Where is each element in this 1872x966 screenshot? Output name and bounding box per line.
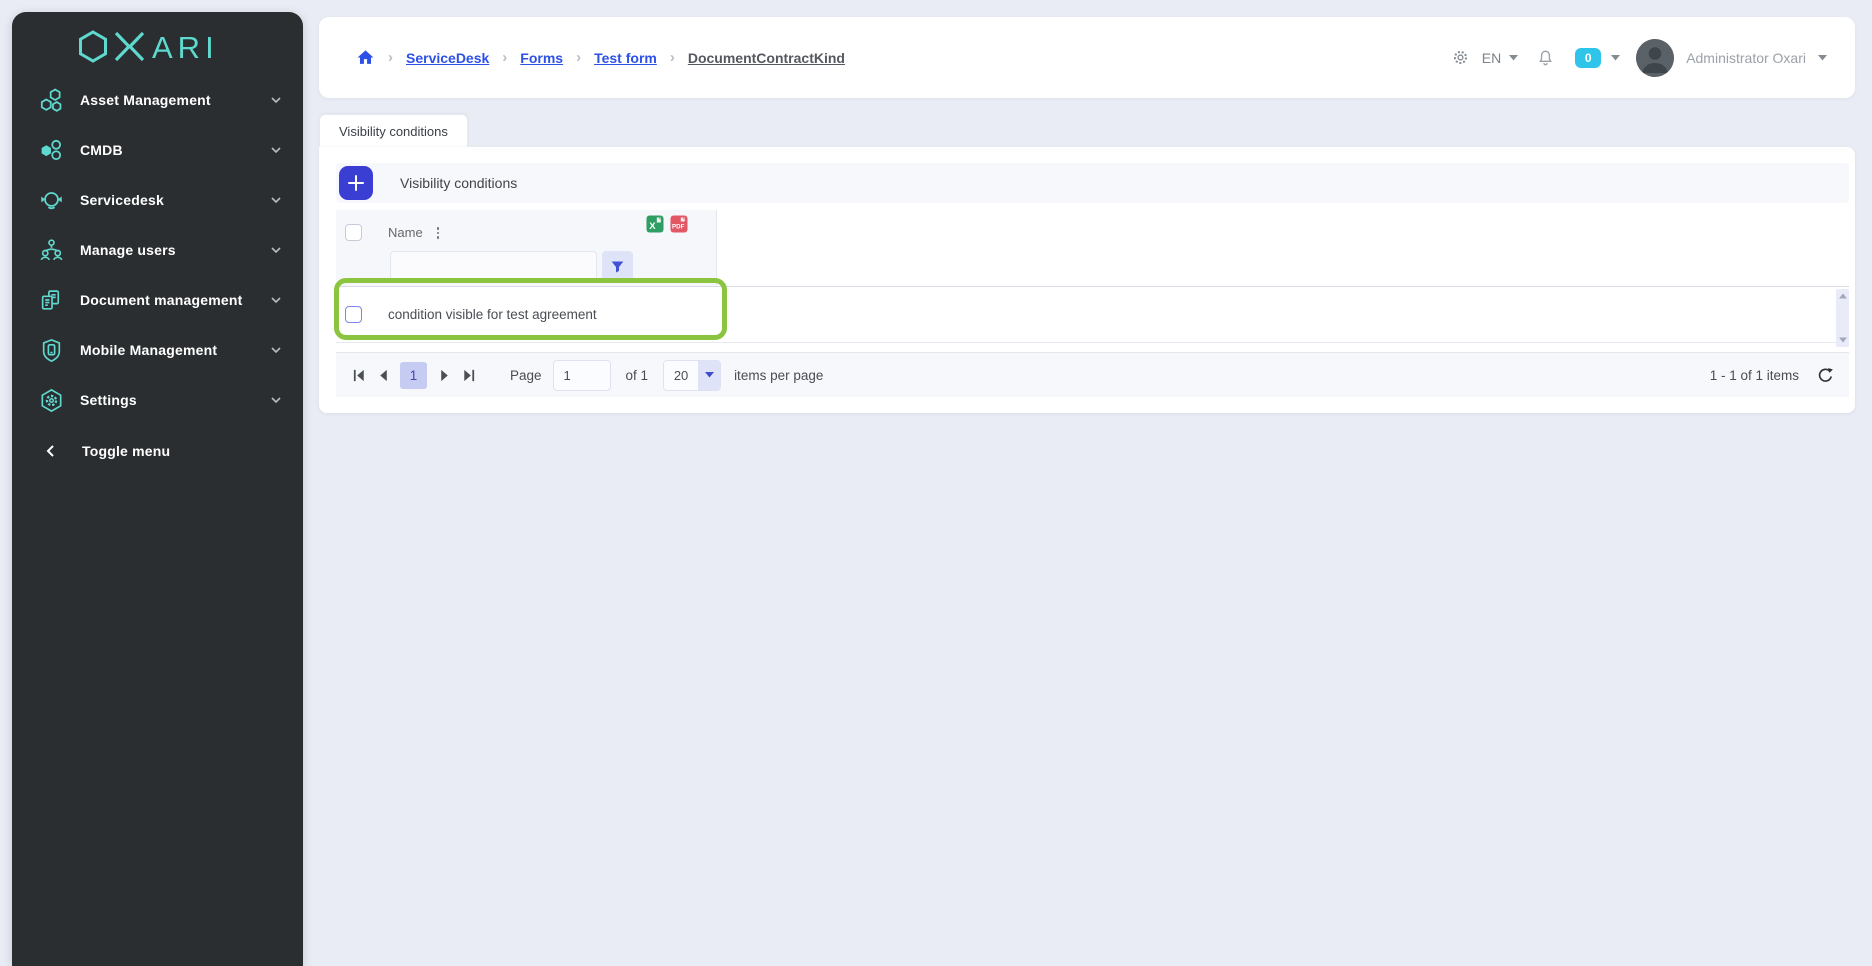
user-menu-caret-icon[interactable] xyxy=(1818,55,1827,61)
first-page-icon[interactable] xyxy=(347,362,371,389)
asset-management-icon xyxy=(38,87,64,113)
page-size-select[interactable]: 20 xyxy=(663,360,721,391)
sidebar-nav: Asset Management CMDB xyxy=(12,75,303,476)
home-icon[interactable] xyxy=(356,48,375,67)
chevron-down-icon xyxy=(271,347,281,354)
name-filter-input[interactable] xyxy=(390,251,597,282)
excel-export-icon[interactable]: X xyxy=(646,215,664,238)
breadcrumb-separator: › xyxy=(670,49,675,66)
breadcrumb-link-servicedesk[interactable]: ServiceDesk xyxy=(406,50,489,66)
prev-page-icon[interactable] xyxy=(371,362,395,389)
scroll-up-icon[interactable] xyxy=(1836,290,1849,302)
chevron-down-icon xyxy=(271,247,281,254)
language-caret-icon[interactable] xyxy=(1509,55,1518,61)
app-window: ARI Asset Management xyxy=(0,0,1872,966)
breadcrumb-link-forms[interactable]: Forms xyxy=(520,50,563,66)
sidebar-item-label: Manage users xyxy=(80,242,176,258)
mobile-management-icon xyxy=(38,337,64,363)
sidebar-item-mobile-management[interactable]: Mobile Management xyxy=(12,325,303,375)
row-name-cell: condition visible for test agreement xyxy=(388,307,597,322)
servicedesk-icon xyxy=(38,187,64,213)
last-page-icon[interactable] xyxy=(456,362,480,389)
grid-toolbar: Visibility conditions xyxy=(336,163,1849,203)
topbar-actions: EN 0 Administrator Oxar xyxy=(1451,39,1827,77)
gear-icon[interactable] xyxy=(1451,48,1470,67)
filter-button[interactable] xyxy=(602,251,633,282)
sidebar-item-label: Document management xyxy=(80,292,243,308)
language-selector[interactable]: EN xyxy=(1482,50,1501,66)
select-all-checkbox[interactable] xyxy=(345,224,362,241)
scroll-down-icon[interactable] xyxy=(1836,334,1849,346)
page-label: Page xyxy=(510,368,542,383)
sidebar-item-label: Asset Management xyxy=(80,92,211,108)
add-condition-button[interactable] xyxy=(339,166,373,200)
sidebar-item-label: CMDB xyxy=(80,142,123,158)
breadcrumb-separator: › xyxy=(576,49,581,66)
oxari-logo-icon: ARI xyxy=(74,28,242,66)
sidebar: ARI Asset Management xyxy=(12,12,303,966)
pager-summary: 1 - 1 of 1 items xyxy=(1710,368,1799,383)
user-name[interactable]: Administrator Oxari xyxy=(1686,50,1806,66)
oxari-logo: ARI xyxy=(12,28,303,66)
next-page-icon[interactable] xyxy=(432,362,456,389)
table-row-condition[interactable]: condition visible for test agreement xyxy=(336,287,1849,343)
toggle-menu-label: Toggle menu xyxy=(82,443,170,459)
pdf-export-icon[interactable]: PDF xyxy=(670,215,688,238)
svg-text:ARI: ARI xyxy=(152,30,219,65)
sidebar-item-settings[interactable]: Settings xyxy=(12,375,303,425)
topbar: › ServiceDesk › Forms › Test form › Docu… xyxy=(319,17,1855,98)
sidebar-item-document-management[interactable]: Document management xyxy=(12,275,303,325)
breadcrumb-separator: › xyxy=(388,49,393,66)
breadcrumb-separator: › xyxy=(502,49,507,66)
sidebar-item-label: Mobile Management xyxy=(80,342,217,358)
filter-icon xyxy=(610,259,625,274)
toggle-menu-icon xyxy=(38,438,64,464)
document-management-icon xyxy=(38,287,64,313)
sidebar-item-servicedesk[interactable]: Servicedesk xyxy=(12,175,303,225)
page-number-input[interactable] xyxy=(553,360,611,391)
refresh-icon[interactable] xyxy=(1816,366,1835,385)
items-per-page-label: items per page xyxy=(734,368,823,383)
row-checkbox[interactable] xyxy=(345,306,362,323)
svg-text:PDF: PDF xyxy=(672,224,685,231)
notification-caret-icon[interactable] xyxy=(1611,55,1620,61)
breadcrumb-link-test-form[interactable]: Test form xyxy=(594,50,657,66)
page-of-label: of 1 xyxy=(626,368,649,383)
chevron-down-icon xyxy=(271,397,281,404)
chevron-down-icon xyxy=(271,297,281,304)
grid-header: Name X xyxy=(336,210,1849,287)
notification-badge[interactable]: 0 xyxy=(1575,48,1601,68)
settings-icon xyxy=(38,387,64,413)
visibility-conditions-panel: Visibility conditions Name X xyxy=(319,147,1855,413)
sidebar-item-asset-management[interactable]: Asset Management xyxy=(12,75,303,125)
user-avatar[interactable] xyxy=(1636,39,1674,77)
chevron-down-icon xyxy=(271,197,281,204)
svg-text:X: X xyxy=(649,221,656,232)
manage-users-icon xyxy=(38,237,64,263)
page-size-caret-icon xyxy=(698,361,720,390)
cmdb-icon xyxy=(38,137,64,163)
chevron-down-icon xyxy=(271,147,281,154)
breadcrumb: › ServiceDesk › Forms › Test form › Docu… xyxy=(356,48,845,67)
grid-vertical-scrollbar[interactable] xyxy=(1836,289,1849,347)
chevron-down-icon xyxy=(271,97,281,104)
column-menu-icon[interactable] xyxy=(431,223,445,243)
tab-visibility-conditions[interactable]: Visibility conditions xyxy=(319,114,468,148)
toolbar-title: Visibility conditions xyxy=(400,175,517,191)
name-column-title: Name xyxy=(388,225,423,240)
grid-pager: 1 Page of 1 20 items per page 1 - 1 of 1… xyxy=(336,352,1849,397)
sidebar-item-label: Settings xyxy=(80,392,137,408)
sidebar-item-manage-users[interactable]: Manage users xyxy=(12,225,303,275)
sidebar-item-label: Servicedesk xyxy=(80,192,164,208)
sidebar-item-cmdb[interactable]: CMDB xyxy=(12,125,303,175)
breadcrumb-current: DocumentContractKind xyxy=(688,50,845,66)
page-size-value: 20 xyxy=(664,368,698,383)
bell-icon[interactable] xyxy=(1536,48,1555,68)
current-page-button[interactable]: 1 xyxy=(400,362,427,389)
toggle-menu-button[interactable]: Toggle menu xyxy=(12,426,303,476)
